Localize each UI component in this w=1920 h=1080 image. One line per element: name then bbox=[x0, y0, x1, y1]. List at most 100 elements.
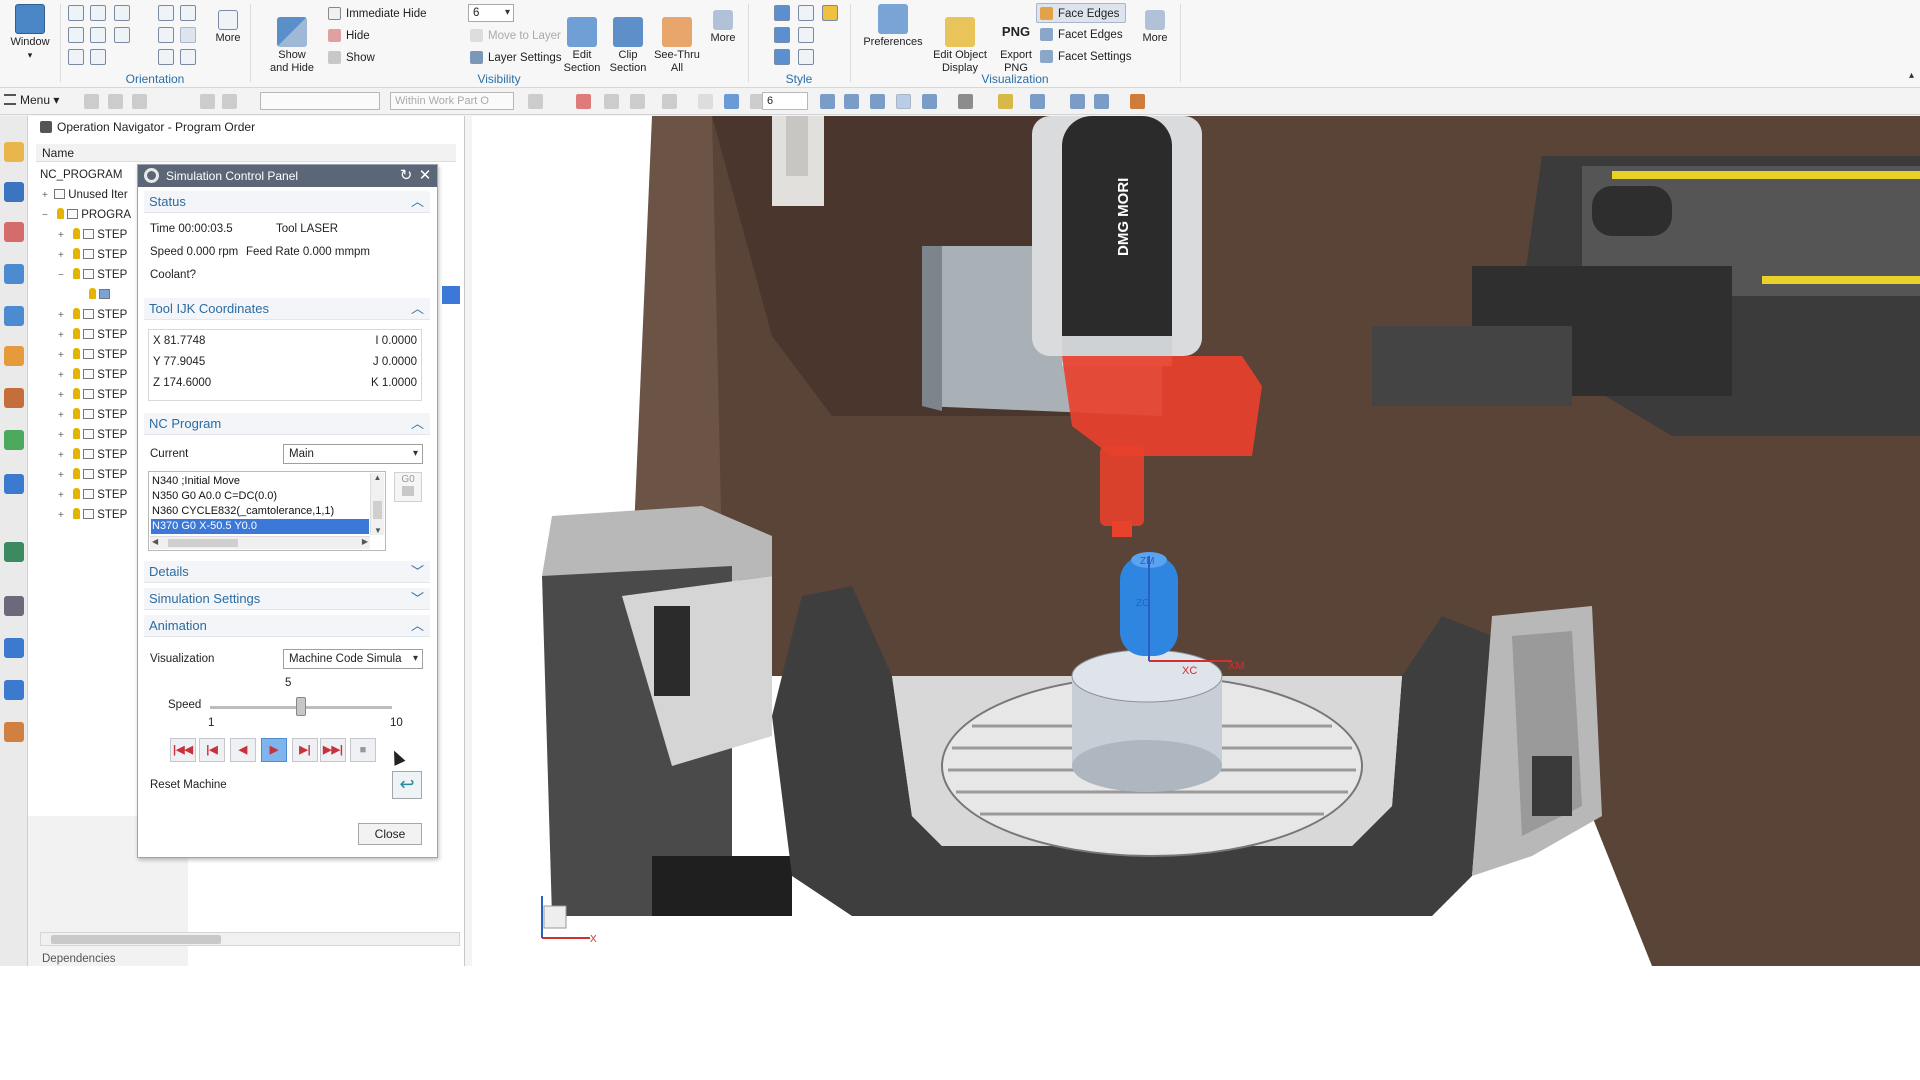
reset-dialog-icon[interactable]: ↻ bbox=[397, 165, 415, 187]
tool-ijk-section-header[interactable]: Tool IJK Coordinates ︿ bbox=[144, 298, 430, 320]
visualization-select[interactable]: Machine Code Simula bbox=[283, 649, 423, 669]
work-view-icon[interactable] bbox=[1030, 94, 1045, 109]
snap-mid-icon[interactable] bbox=[604, 94, 619, 109]
name-column-header[interactable]: Name bbox=[36, 144, 456, 162]
orientation-more-button[interactable]: More bbox=[210, 2, 246, 70]
edit-section-button[interactable]: Edit Section bbox=[560, 2, 604, 74]
background-icon[interactable] bbox=[998, 94, 1013, 109]
nc-code-list[interactable]: N340 ;Initial Move N350 G0 A0.0 C=DC(0.0… bbox=[148, 471, 386, 551]
system-materials-icon[interactable] bbox=[4, 542, 24, 562]
show-button[interactable]: Show bbox=[328, 48, 375, 68]
tree-row[interactable]: − STEP bbox=[58, 266, 127, 284]
reuse-library-icon[interactable] bbox=[4, 346, 24, 366]
reset-machine-button[interactable]: ↩ bbox=[392, 771, 422, 799]
tree-row-operation[interactable] bbox=[86, 286, 113, 304]
details-section-header[interactable]: Details ﹀ bbox=[144, 561, 430, 583]
wcs-dynamics-icon[interactable] bbox=[1094, 94, 1109, 109]
zoom-icon[interactable] bbox=[180, 5, 196, 21]
clip-section-button[interactable]: Clip Section bbox=[606, 2, 650, 74]
layer-select[interactable]: 6 bbox=[468, 4, 514, 22]
step-forward-button[interactable]: ▶| bbox=[292, 738, 318, 762]
tree-row[interactable]: + STEP bbox=[58, 506, 127, 524]
scroll-down-icon[interactable]: ▼ bbox=[371, 526, 385, 535]
refresh-icon[interactable] bbox=[158, 49, 174, 65]
tree-row[interactable]: + STEP bbox=[58, 446, 127, 464]
tree-row[interactable]: + STEP bbox=[58, 486, 127, 504]
orient-view-icon[interactable] bbox=[922, 94, 937, 109]
partial-shaded-icon[interactable] bbox=[774, 49, 790, 65]
tree-row[interactable]: + STEP bbox=[58, 466, 127, 484]
tree-row[interactable]: + STEP bbox=[58, 386, 127, 404]
navigator-horizontal-scrollbar[interactable] bbox=[40, 932, 460, 946]
snap-view-icon[interactable] bbox=[180, 49, 196, 65]
nc-program-section-header[interactable]: NC Program ︿ bbox=[144, 413, 430, 435]
constraint-navigator-icon[interactable] bbox=[4, 182, 24, 202]
bottom-view-icon[interactable] bbox=[90, 49, 106, 65]
machine-navigator-icon[interactable] bbox=[4, 306, 24, 326]
rotate-icon[interactable] bbox=[114, 5, 130, 21]
shaded-edges-icon[interactable] bbox=[774, 27, 790, 43]
animation-section-header[interactable]: Animation ︿ bbox=[144, 615, 430, 637]
fit-view-icon[interactable] bbox=[820, 94, 835, 109]
shaded-icon[interactable] bbox=[774, 5, 790, 21]
zoom-view-icon[interactable] bbox=[844, 94, 859, 109]
play-backward-button[interactable]: ◀ bbox=[230, 738, 256, 762]
nc-line[interactable]: N350 G0 A0.0 C=DC(0.0) bbox=[151, 489, 369, 504]
close-icon[interactable]: ✕ bbox=[416, 165, 434, 187]
web-browser-icon[interactable] bbox=[4, 430, 24, 450]
front-view-icon[interactable] bbox=[68, 5, 84, 21]
process-studio-icon[interactable] bbox=[4, 596, 24, 616]
close-button[interactable]: Close bbox=[358, 823, 422, 845]
static-wireframe-icon[interactable] bbox=[798, 49, 814, 65]
system-scenes-icon[interactable] bbox=[4, 680, 24, 700]
snap-center-icon[interactable] bbox=[630, 94, 645, 109]
snap-grid-icon[interactable] bbox=[662, 94, 677, 109]
rotate-view-icon[interactable] bbox=[180, 27, 196, 43]
export-png-button[interactable]: PNG Export PNG bbox=[994, 2, 1038, 74]
snap-quadrant-icon[interactable] bbox=[698, 94, 713, 109]
part-navigator-icon[interactable] bbox=[4, 222, 24, 242]
select-all-icon[interactable] bbox=[108, 94, 123, 109]
tree-row[interactable]: + STEP bbox=[58, 306, 127, 324]
tree-row[interactable]: + STEP bbox=[58, 426, 127, 444]
menu-button[interactable]: Menu ▾ bbox=[4, 93, 59, 107]
type-filter-select[interactable] bbox=[260, 92, 380, 110]
snap-end-icon[interactable] bbox=[576, 94, 591, 109]
status-section-header[interactable]: Status ︿ bbox=[144, 191, 430, 213]
speed-slider-thumb[interactable] bbox=[296, 697, 306, 716]
work-layer-select[interactable]: 6 bbox=[762, 92, 808, 110]
assembly-navigator-icon[interactable] bbox=[4, 142, 24, 162]
facet-edges-toggle[interactable]: Facet Edges bbox=[1040, 25, 1123, 45]
nc-vertical-scrollbar[interactable]: ▲ ▼ bbox=[370, 473, 384, 535]
undo-select-icon[interactable] bbox=[200, 94, 215, 109]
scroll-left-icon[interactable]: ◀ bbox=[152, 537, 158, 546]
history-icon[interactable] bbox=[4, 474, 24, 494]
preferences-button[interactable]: Preferences bbox=[860, 2, 926, 70]
see-thru-all-button[interactable]: See-Thru All bbox=[652, 2, 702, 74]
stop-button[interactable]: ■ bbox=[350, 738, 376, 762]
assembly-icon[interactable] bbox=[1130, 94, 1145, 109]
visibility-more-button[interactable]: More bbox=[704, 2, 742, 70]
wcs-icon[interactable] bbox=[1070, 94, 1085, 109]
wireframe-icon[interactable] bbox=[798, 5, 814, 21]
nc-line[interactable]: N360 CYCLE832(_camtolerance,1,1) bbox=[151, 504, 369, 519]
scrollbar-thumb[interactable] bbox=[51, 935, 221, 944]
scroll-up-icon[interactable]: ▲ bbox=[371, 473, 384, 482]
play-forward-button[interactable]: ▶ bbox=[261, 738, 287, 762]
scrollbar-thumb[interactable] bbox=[373, 501, 382, 519]
scrollbar-thumb[interactable] bbox=[168, 539, 238, 547]
visualization-more-button[interactable]: More bbox=[1136, 2, 1174, 70]
edit-object-display-button[interactable]: Edit Object Display bbox=[928, 2, 992, 74]
scroll-right-icon[interactable]: ▶ bbox=[362, 537, 368, 546]
tree-row[interactable]: + STEP bbox=[58, 226, 127, 244]
tree-row[interactable]: + STEP bbox=[58, 326, 127, 344]
pan-icon[interactable] bbox=[158, 27, 174, 43]
hide-button[interactable]: Hide bbox=[328, 26, 370, 46]
deselect-icon[interactable] bbox=[132, 94, 147, 109]
hidden-edges-icon[interactable] bbox=[798, 27, 814, 43]
window-button[interactable]: Window ▾ bbox=[2, 2, 58, 70]
show-and-hide-button[interactable]: Show and Hide bbox=[262, 2, 322, 74]
tree-root-row[interactable]: NC_PROGRAM bbox=[40, 166, 122, 184]
team-icon[interactable] bbox=[4, 722, 24, 742]
current-program-select[interactable]: Main bbox=[283, 444, 423, 464]
